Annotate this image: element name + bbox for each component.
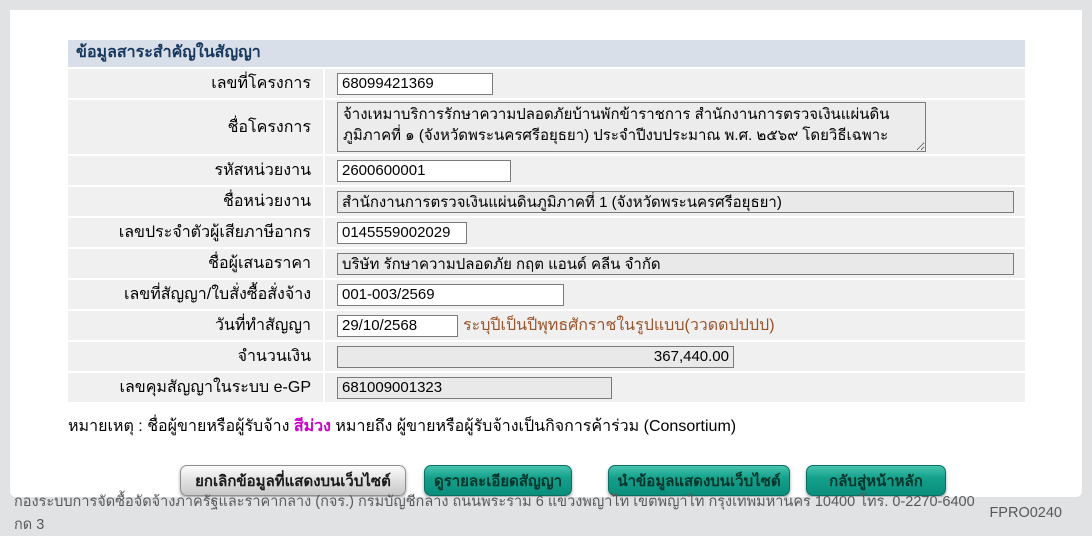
field-label: เลขที่สัญญา/ใบสั่งซื้อสั่งจ้าง — [68, 280, 325, 309]
project-number-input[interactable] — [337, 72, 493, 95]
form-row-egp-number: เลขคุมสัญญาในระบบ e-GP — [68, 373, 1025, 402]
form-row-contract-number: เลขที่สัญญา/ใบสั่งซื้อสั่งจ้าง — [68, 280, 1025, 309]
note-prefix: หมายเหตุ : ชื่อผู้ขายหรือผู้รับจ้าง — [68, 418, 294, 435]
field-label: จำนวนเงิน — [68, 342, 325, 371]
contract-form: ข้อมูลสาระสำคัญในสัญญา เลขที่โครงการ ชื่… — [68, 40, 1025, 496]
footer-address: กองระบบการจัดซื้อจัดจ้างภาครัฐและราคากลา… — [14, 493, 975, 533]
form-row-taxpayer-id: เลขประจำตัวผู้เสียภาษีอากร — [68, 218, 1025, 247]
consortium-note: หมายเหตุ : ชื่อผู้ขายหรือผู้รับจ้าง สีม่… — [68, 414, 1025, 439]
field-label: เลขที่โครงการ — [68, 69, 325, 98]
project-name-textarea[interactable]: จ้างเหมาบริการรักษาความปลอดภัยบ้านพักข้า… — [337, 102, 926, 152]
bidder-name-input — [337, 252, 1014, 275]
form-row-contract-date: วันที่ทำสัญญา ระบุปีเป็นปีพุทธศักราชในรู… — [68, 311, 1025, 340]
amount-input — [337, 345, 734, 368]
note-highlight: สีม่วง — [293, 418, 331, 435]
field-label: เลขประจำตัวผู้เสียภาษีอากร — [68, 218, 325, 247]
contract-number-input[interactable] — [337, 283, 564, 306]
form-row-agency-code: รหัสหน่วยงาน — [68, 156, 1025, 185]
field-label: ชื่อผู้เสนอราคา — [68, 249, 325, 278]
form-row-project-name: ชื่อโครงการ จ้างเหมาบริการรักษาความปลอดภ… — [68, 100, 1025, 154]
field-label: ชื่อโครงการ — [68, 100, 325, 154]
contract-date-input[interactable] — [337, 314, 458, 337]
form-row-amount: จำนวนเงิน — [68, 342, 1025, 371]
footer-bar: กองระบบการจัดซื้อจัดจ้างภาครัฐและราคากลา… — [0, 494, 1092, 533]
date-format-hint: ระบุปีเป็นปีพุทธศักราชในรูปแบบ(ววดดปปปป) — [463, 317, 775, 334]
egp-contract-number-input — [337, 376, 612, 399]
agency-name-input — [337, 190, 1014, 213]
taxpayer-id-input[interactable] — [337, 221, 467, 244]
field-label: ชื่อหน่วยงาน — [68, 187, 325, 216]
section-header: ข้อมูลสาระสำคัญในสัญญา — [68, 40, 1025, 67]
form-row-bidder-name: ชื่อผู้เสนอราคา — [68, 249, 1025, 278]
agency-code-input[interactable] — [337, 159, 511, 182]
footer-screen-code: FPRO0240 — [989, 504, 1062, 521]
note-suffix: หมายถึง ผู้ขายหรือผู้รับจ้างเป็นกิจการค้… — [330, 418, 737, 435]
field-label: รหัสหน่วยงาน — [68, 156, 325, 185]
form-row-project-number: เลขที่โครงการ — [68, 69, 1025, 98]
field-label: วันที่ทำสัญญา — [68, 311, 325, 340]
form-row-agency-name: ชื่อหน่วยงาน — [68, 187, 1025, 216]
main-panel: ข้อมูลสาระสำคัญในสัญญา เลขที่โครงการ ชื่… — [10, 10, 1082, 497]
field-label: เลขคุมสัญญาในระบบ e-GP — [68, 373, 325, 402]
